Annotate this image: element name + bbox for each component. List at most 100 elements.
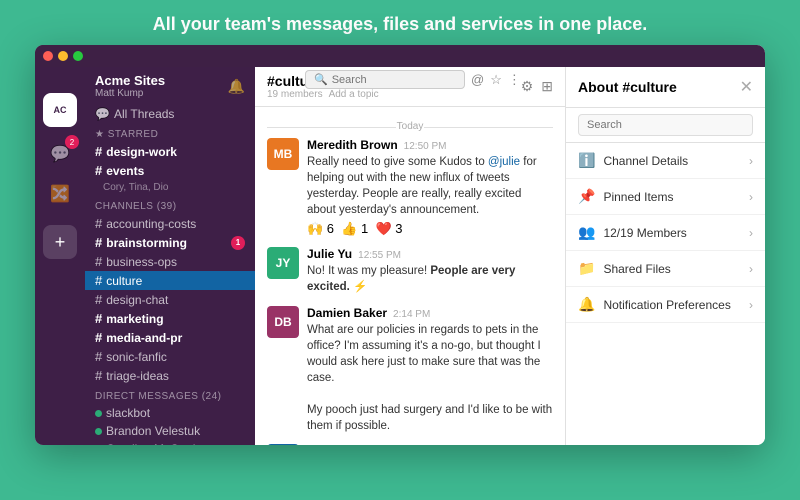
sidebar-item-marketing[interactable]: # marketing <box>85 309 255 328</box>
search-box[interactable]: 🔍 <box>305 70 465 89</box>
right-panel-header: About #culture ✕ <box>566 67 765 108</box>
sidebar-item-brainstorming[interactable]: # brainstorming 1 <box>85 233 255 252</box>
online-dot <box>95 428 102 435</box>
message-header: Damien Baker 2:14 PM <box>307 306 553 320</box>
search-input[interactable] <box>332 74 452 86</box>
message-time: 2:14 PM <box>393 309 430 320</box>
panel-item-members[interactable]: 👥 12/19 Members › <box>566 215 765 251</box>
notification-prefs-icon: 🔔 <box>578 296 595 313</box>
close-icon[interactable]: ✕ <box>740 77 753 97</box>
arrow-icon: › <box>749 226 753 240</box>
message-text: What are our policies in regards to pets… <box>307 322 553 435</box>
more-icon[interactable]: ⋮ <box>508 72 521 88</box>
starred-label: ★ STARRED <box>85 123 255 142</box>
sidebar-item-design-chat[interactable]: # design-chat <box>85 290 255 309</box>
search-icon: 🔍 <box>314 73 328 86</box>
title-bar <box>35 45 765 67</box>
panel-item-left: 🔔 Notification Preferences <box>578 296 731 313</box>
dm-slackbot[interactable]: slackbot <box>85 404 255 422</box>
sidebar-item-culture[interactable]: # culture <box>85 271 255 290</box>
message-row: DB Damien Baker 2:14 PM What are our pol… <box>267 306 553 435</box>
sidebar-icon-1[interactable]: 💬 2 <box>43 137 77 171</box>
messages-area: Today MB Meredith Brown 12:50 PM Really … <box>255 107 565 445</box>
main-content: #culture 19 members Add a topic ⚙ ⊞ 🔍 @ … <box>255 67 565 445</box>
top-search-area: 🔍 @ ☆ ⋮ <box>305 67 521 92</box>
arrow-icon: › <box>749 298 753 312</box>
sidebar-item-design-work[interactable]: # design-work <box>85 142 255 161</box>
hash-icon: # <box>95 368 102 383</box>
settings-icon[interactable]: ⚙ <box>521 78 534 95</box>
sidebar-item-triage[interactable]: # triage-ideas <box>85 366 255 385</box>
emoji-reactions[interactable]: 🙌 6 👍 1 ❤️ 3 <box>307 221 553 237</box>
brainstorming-badge: 1 <box>231 236 245 250</box>
channel-details-icon: ℹ️ <box>578 152 595 169</box>
panel-item-left: 📁 Shared Files <box>578 260 671 277</box>
message-body: Meredith Brown 12:50 PM Really need to g… <box>307 138 553 237</box>
hash-icon: # <box>95 273 102 288</box>
message-author: Damien Baker <box>307 306 387 320</box>
hash-icon: # <box>95 144 102 159</box>
tagline: All your team's messages, files and serv… <box>0 0 800 45</box>
channel-details-label: Channel Details <box>603 154 688 168</box>
members-label: 12/19 Members <box>603 226 686 240</box>
sidebar-add[interactable]: + <box>43 225 77 259</box>
workspace-avatar[interactable]: AC <box>43 93 77 127</box>
right-panel: About #culture ✕ ℹ️ Channel Details › 📌 … <box>565 67 765 445</box>
message-row: MB Meredith Brown 12:50 PM Really need t… <box>267 138 553 237</box>
sidebar-item-media-pr[interactable]: # media-and-pr <box>85 328 255 347</box>
sidebar-icon-2[interactable]: 🔀 <box>43 177 77 211</box>
avatar: MB <box>267 138 299 170</box>
threads-icon: 💬 <box>95 107 110 121</box>
grid-icon[interactable]: ⊞ <box>541 78 553 95</box>
traffic-light-yellow[interactable] <box>58 51 68 61</box>
notification-prefs-label: Notification Preferences <box>603 298 730 312</box>
at-icon[interactable]: @ <box>471 72 484 87</box>
panel-item-channel-details[interactable]: ℹ️ Channel Details › <box>566 143 765 179</box>
traffic-light-green[interactable] <box>73 51 83 61</box>
arrow-icon: › <box>749 190 753 204</box>
arrow-icon: › <box>749 262 753 276</box>
avatar: JY <box>267 247 299 279</box>
panel-item-shared-files[interactable]: 📁 Shared Files › <box>566 251 765 287</box>
bell-icon[interactable]: 🔔 <box>228 78 245 95</box>
sidebar-item-events[interactable]: # events <box>85 161 255 180</box>
hash-icon: # <box>95 216 102 231</box>
panel-search-input[interactable] <box>578 114 753 136</box>
panel-item-pinned-items[interactable]: 📌 Pinned Items › <box>566 179 765 215</box>
date-divider: Today <box>267 121 553 132</box>
dm-label: DIRECT MESSAGES (24) <box>85 385 255 404</box>
message-row: JY Julie Yu 12:55 PM No! It was my pleas… <box>267 247 553 295</box>
sidebar-item-accounting[interactable]: # accounting-costs <box>85 214 255 233</box>
message-time: 12:55 PM <box>358 250 401 261</box>
message-text: Really need to give some Kudos to @julie… <box>307 154 553 218</box>
all-threads-item[interactable]: 💬 All Threads <box>85 105 255 123</box>
header-icons: ⚙ ⊞ <box>521 78 553 95</box>
icon-sidebar: AC 💬 2 🔀 + <box>35 45 85 445</box>
message-body: Jake Grimes 2:18 PM Your assumption is c… <box>307 444 553 445</box>
message-author: Jake Grimes <box>307 444 378 445</box>
message-author: Meredith Brown <box>307 138 398 152</box>
hash-icon: # <box>95 349 102 364</box>
message-header: Meredith Brown 12:50 PM <box>307 138 553 152</box>
sidebar-item-sonic[interactable]: # sonic-fanfic <box>85 347 255 366</box>
traffic-light-red[interactable] <box>43 51 53 61</box>
members-icon: 👥 <box>578 224 595 241</box>
panel-search <box>566 108 765 143</box>
workspace-header[interactable]: Acme Sites Matt Kump 🔔 <box>85 67 255 105</box>
dm-caroline[interactable]: Caroline McCarthy <box>85 440 255 445</box>
right-panel-title: About #culture <box>578 79 677 95</box>
workspace-name: Acme Sites <box>95 73 165 88</box>
message-header: Julie Yu 12:55 PM <box>307 247 553 261</box>
shared-files-icon: 📁 <box>578 260 595 277</box>
avatar: DB <box>267 306 299 338</box>
hash-icon: # <box>95 292 102 307</box>
dm-brandon[interactable]: Brandon Velestuk <box>85 422 255 440</box>
pinned-items-icon: 📌 <box>578 188 595 205</box>
sidebar-item-business-ops[interactable]: # business-ops <box>85 252 255 271</box>
panel-item-notification-prefs[interactable]: 🔔 Notification Preferences › <box>566 287 765 323</box>
online-dot <box>95 410 102 417</box>
hash-icon: # <box>95 311 102 326</box>
channels-label: CHANNELS (39) <box>85 195 255 214</box>
star-icon[interactable]: ☆ <box>490 72 502 88</box>
message-header: Jake Grimes 2:18 PM <box>307 444 553 445</box>
